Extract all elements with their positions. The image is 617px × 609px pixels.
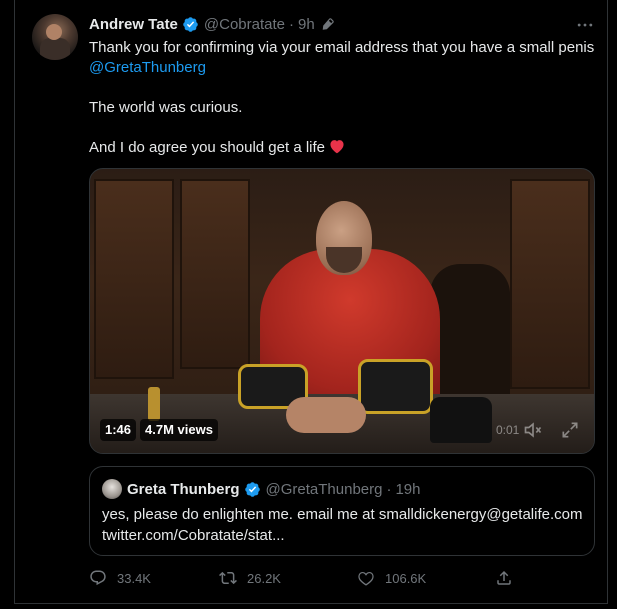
quote-author-name: Greta Thunberg [127, 480, 240, 498]
author-name[interactable]: Andrew Tate [89, 16, 178, 33]
share-button[interactable] [495, 566, 523, 590]
verified-badge-icon [183, 16, 198, 32]
edit-icon[interactable] [321, 17, 335, 31]
reply-button[interactable]: 33.4K [89, 566, 151, 590]
tweet-body: Thank you for confirming via your email … [89, 38, 594, 158]
quote-body: yes, please do enlighten me. email me at… [102, 504, 586, 546]
quote-header: Greta Thunberg @GretaThunberg · 19h [127, 479, 421, 499]
like-icon [358, 571, 374, 586]
tweet-text-line3-wrapper: And I do agree you should get a life [89, 138, 594, 158]
tweet-text-line1: Thank you for confirming via your email … [89, 39, 595, 56]
retweet-button[interactable]: 26.2K [219, 566, 281, 590]
tweet-text-line2: The world was curious. [89, 99, 243, 116]
quote-time: 19h [395, 480, 421, 498]
tweet-header: Andrew Tate @Cobratate · 9h [89, 14, 335, 34]
tweet-actions: 33.4K 26.2K 106.6K [89, 566, 595, 590]
author-handle[interactable]: @Cobratate [204, 16, 285, 33]
mention-link[interactable]: @GretaThunberg [89, 58, 594, 78]
heart-emoji [330, 140, 344, 154]
separator: · [289, 15, 295, 33]
video-views: 4.7M views [140, 419, 218, 441]
video-duration: 1:46 [100, 419, 137, 441]
retweet-icon [219, 571, 237, 585]
like-button[interactable]: 106.6K [357, 566, 426, 590]
more-icon[interactable] [575, 15, 595, 35]
reply-count: 33.4K [117, 570, 151, 586]
mute-icon[interactable] [523, 420, 543, 440]
share-icon [497, 570, 511, 585]
video-player[interactable]: 1:46 4.7M views 0:01 [89, 168, 595, 454]
quote-tweet[interactable]: Greta Thunberg @GretaThunberg · 19h yes,… [89, 466, 595, 556]
video-elapsed: 0:01 [496, 423, 520, 437]
verified-badge-icon [244, 481, 260, 497]
quote-handle: @GretaThunberg [265, 480, 383, 498]
quote-text: yes, please do enlighten me. email me at… [102, 506, 583, 523]
expand-icon[interactable] [560, 420, 580, 440]
quote-separator: · [386, 480, 392, 498]
quote-avatar[interactable] [102, 479, 122, 499]
retweet-count: 26.2K [247, 570, 281, 586]
quote-link[interactable]: twitter.com/Cobratate/stat... [102, 525, 586, 546]
author-avatar[interactable] [32, 14, 78, 60]
reply-icon [90, 570, 106, 586]
like-count: 106.6K [385, 570, 427, 586]
tweet-text-line3: And I do agree you should get a life [89, 139, 326, 156]
tweet-time[interactable]: 9h [298, 16, 315, 33]
